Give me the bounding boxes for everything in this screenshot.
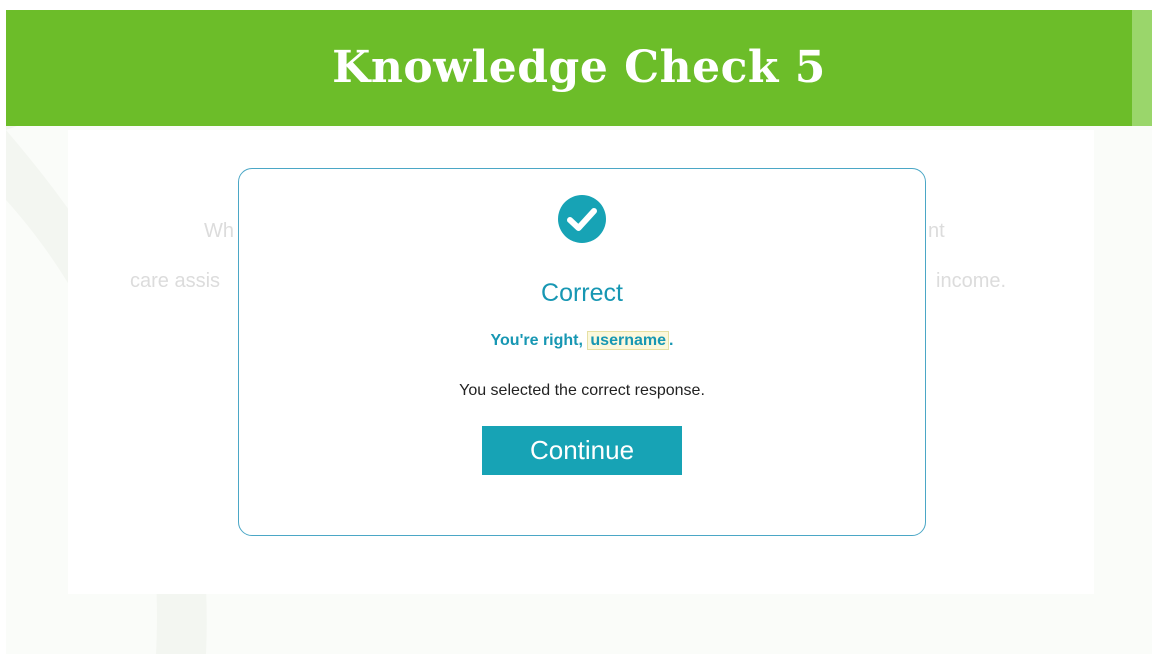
question-fragment: Wh bbox=[204, 220, 234, 242]
question-fragment: care assis bbox=[130, 270, 221, 292]
page-title: Knowledge Check 5 bbox=[332, 42, 826, 93]
question-fragment: income. bbox=[936, 270, 1007, 292]
feedback-message: You selected the correct response. bbox=[459, 382, 705, 399]
username-field: username bbox=[587, 331, 669, 350]
question-fragment: nt bbox=[928, 220, 945, 242]
feedback-suffix: . bbox=[668, 332, 674, 349]
continue-button[interactable]: Continue bbox=[482, 426, 682, 475]
feedback-title: Correct bbox=[541, 279, 623, 307]
feedback-prefix: You're right, bbox=[490, 332, 588, 349]
feedback-line: You're right, username. bbox=[239, 331, 925, 350]
header-bar: Knowledge Check 5 bbox=[6, 10, 1152, 126]
check-circle-icon bbox=[558, 195, 606, 243]
feedback-dialog: Correct You're right, username. You sele… bbox=[238, 168, 926, 536]
page: Knowledge Check 5 Wh nt care assis incom… bbox=[0, 0, 1152, 654]
